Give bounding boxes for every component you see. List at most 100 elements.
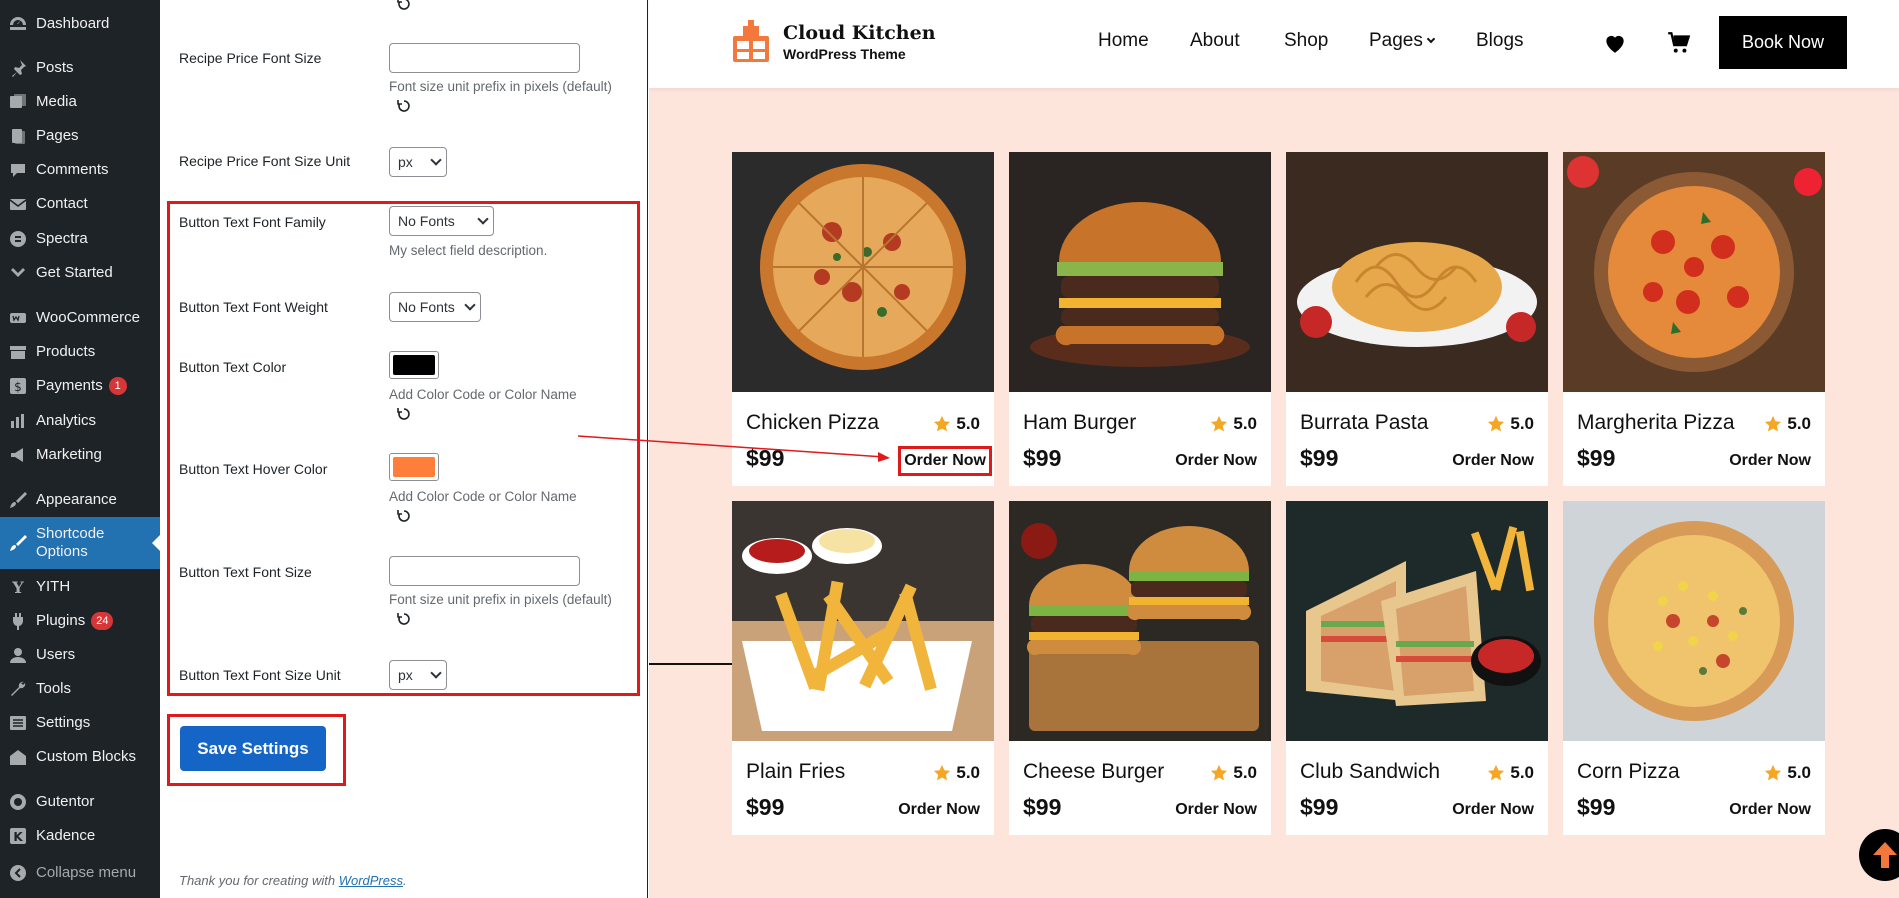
order-now-button[interactable]: Order Now <box>898 446 992 476</box>
order-now-button[interactable]: Order Now <box>1729 452 1811 470</box>
button-font-size-unit-select[interactable]: px <box>389 660 447 690</box>
order-now-button[interactable]: Order Now <box>1452 452 1534 470</box>
star-icon <box>1488 764 1505 781</box>
wordpress-link[interactable]: WordPress <box>339 873 403 888</box>
product-price: $99 <box>1023 794 1062 820</box>
sidebar-item-shortcode-options[interactable]: Shortcode Options <box>0 517 160 569</box>
sidebar-item-label: Shortcode Options <box>36 525 105 560</box>
sidebar-item-products[interactable]: Products <box>0 335 160 369</box>
sidebar-item-settings[interactable]: Settings <box>0 706 160 740</box>
sidebar-item-pages[interactable]: Pages <box>0 119 160 153</box>
logo-icon <box>733 20 769 62</box>
button-font-family-select[interactable]: No Fonts <box>389 206 494 236</box>
sidebar-item-analytics[interactable]: Analytics <box>0 404 160 438</box>
sidebar-item-marketing[interactable]: Marketing <box>0 438 160 472</box>
product-name[interactable]: Cheese Burger <box>1023 760 1164 784</box>
footer-prefix: Thank you for creating with <box>179 873 339 888</box>
nav-pages[interactable]: Pages <box>1369 30 1436 52</box>
sidebar-item-label: Users <box>36 646 76 663</box>
nav-blogs[interactable]: Blogs <box>1476 30 1524 52</box>
sidebar-item-collapse-menu[interactable]: Collapse menu <box>0 856 160 890</box>
sidebar-item-gutentor[interactable]: Gutentor <box>0 785 160 819</box>
product-card[interactable]: Corn Pizza 5.0 $99 Order Now <box>1563 501 1825 835</box>
product-card[interactable]: Margherita Pizza 5.0 $99 Order Now <box>1563 152 1825 486</box>
product-card[interactable]: Burrata Pasta 5.0 $99 Order Now <box>1286 152 1548 486</box>
sidebar-item-label: Kadence <box>36 827 96 844</box>
book-now-button[interactable]: Book Now <box>1719 16 1847 69</box>
sidebar-item-tools[interactable]: Tools <box>0 672 160 706</box>
product-name[interactable]: Ham Burger <box>1023 411 1136 435</box>
button-font-weight-select[interactable]: No Fonts <box>389 292 481 322</box>
order-now-button[interactable]: Order Now <box>1175 452 1257 470</box>
sidebar-item-appearance[interactable]: Appearance <box>0 483 160 517</box>
product-image[interactable] <box>1009 501 1271 741</box>
sidebar-item-spectra[interactable]: Spectra <box>0 222 160 256</box>
sidebar-item-comments[interactable]: Comments <box>0 153 160 187</box>
order-now-button[interactable]: Order Now <box>1175 801 1257 819</box>
sidebar-item-get-started[interactable]: Get Started <box>0 256 160 290</box>
order-now-button[interactable]: Order Now <box>898 801 980 819</box>
product-image[interactable] <box>1563 501 1825 741</box>
sidebar-item-label: Tools <box>36 680 72 697</box>
sidebar-item-media[interactable]: Media <box>0 85 160 119</box>
megaphone-icon <box>0 446 36 464</box>
settings-icon <box>0 714 36 732</box>
product-name[interactable]: Plain Fries <box>746 760 845 784</box>
sidebar-item-woocommerce[interactable]: WooCommerce <box>0 301 160 335</box>
chevron-down-icon <box>430 154 442 166</box>
sidebar-item-plugins[interactable]: Plugins 24 <box>0 604 160 638</box>
reset-icon[interactable] <box>396 98 412 114</box>
product-price: $99 <box>1300 794 1339 820</box>
product-image[interactable] <box>1286 501 1548 741</box>
product-card[interactable]: Club Sandwich 5.0 $99 Order Now <box>1286 501 1548 835</box>
sidebar-item-users[interactable]: Users <box>0 638 160 672</box>
button-text-font-size-input[interactable] <box>389 556 580 586</box>
sidebar-item-custom-blocks[interactable]: Custom Blocks <box>0 740 160 774</box>
scroll-top-button[interactable] <box>1859 829 1899 881</box>
reset-icon[interactable] <box>396 0 412 12</box>
order-now-button[interactable]: Order Now <box>1452 801 1534 819</box>
sidebar-item-label: Gutentor <box>36 793 95 810</box>
button-text-color-desc: Add Color Code or Color Name <box>389 387 577 402</box>
product-price: $99 <box>1577 794 1616 820</box>
product-image[interactable] <box>732 501 994 741</box>
product-card[interactable]: Ham Burger 5.0 $99 Order Now <box>1009 152 1271 486</box>
product-name[interactable]: Club Sandwich <box>1300 760 1440 784</box>
product-name[interactable]: Burrata Pasta <box>1300 411 1428 435</box>
button-text-color-swatch[interactable] <box>389 351 439 379</box>
recipe-price-unit-select[interactable]: px <box>389 147 447 177</box>
heart-icon[interactable] <box>1602 30 1628 56</box>
cart-icon[interactable] <box>1666 30 1692 56</box>
nav-about[interactable]: About <box>1190 30 1240 52</box>
svg-text:K: K <box>13 830 23 844</box>
brand-name[interactable]: Cloud Kitchen <box>783 22 936 44</box>
reset-icon[interactable] <box>396 611 412 627</box>
reset-icon[interactable] <box>396 406 412 422</box>
sidebar-item-payments[interactable]: $ Payments 1 <box>0 369 160 403</box>
button-hover-color-swatch[interactable] <box>389 453 439 481</box>
sidebar-item-kadence[interactable]: K Kadence <box>0 819 160 853</box>
sidebar-item-yith[interactable]: Y YITH <box>0 570 160 604</box>
chart-icon <box>0 412 36 430</box>
product-name[interactable]: Corn Pizza <box>1577 760 1680 784</box>
nav-home[interactable]: Home <box>1098 30 1149 52</box>
order-now-button[interactable]: Order Now <box>1729 801 1811 819</box>
sidebar-item-label: Payments <box>36 377 103 394</box>
select-value: No Fonts <box>398 299 455 315</box>
product-card[interactable]: Plain Fries 5.0 $99 Order Now <box>732 501 994 835</box>
product-image[interactable] <box>1286 152 1548 392</box>
save-settings-button[interactable]: Save Settings <box>180 726 326 771</box>
product-image[interactable] <box>1009 152 1271 392</box>
product-card[interactable]: Cheese Burger 5.0 $99 Order Now <box>1009 501 1271 835</box>
nav-shop[interactable]: Shop <box>1284 30 1328 52</box>
product-image[interactable] <box>1563 152 1825 392</box>
dashboard-icon <box>0 15 36 33</box>
sidebar-item-contact[interactable]: Contact <box>0 187 160 221</box>
reset-icon[interactable] <box>396 508 412 524</box>
product-image[interactable] <box>732 152 994 392</box>
sidebar-item-label: Plugins <box>36 612 86 629</box>
product-name[interactable]: Margherita Pizza <box>1577 411 1735 435</box>
recipe-price-font-size-input[interactable] <box>389 43 580 73</box>
sidebar-item-posts[interactable]: Posts <box>0 51 160 85</box>
sidebar-item-dashboard[interactable]: Dashboard <box>0 7 160 41</box>
